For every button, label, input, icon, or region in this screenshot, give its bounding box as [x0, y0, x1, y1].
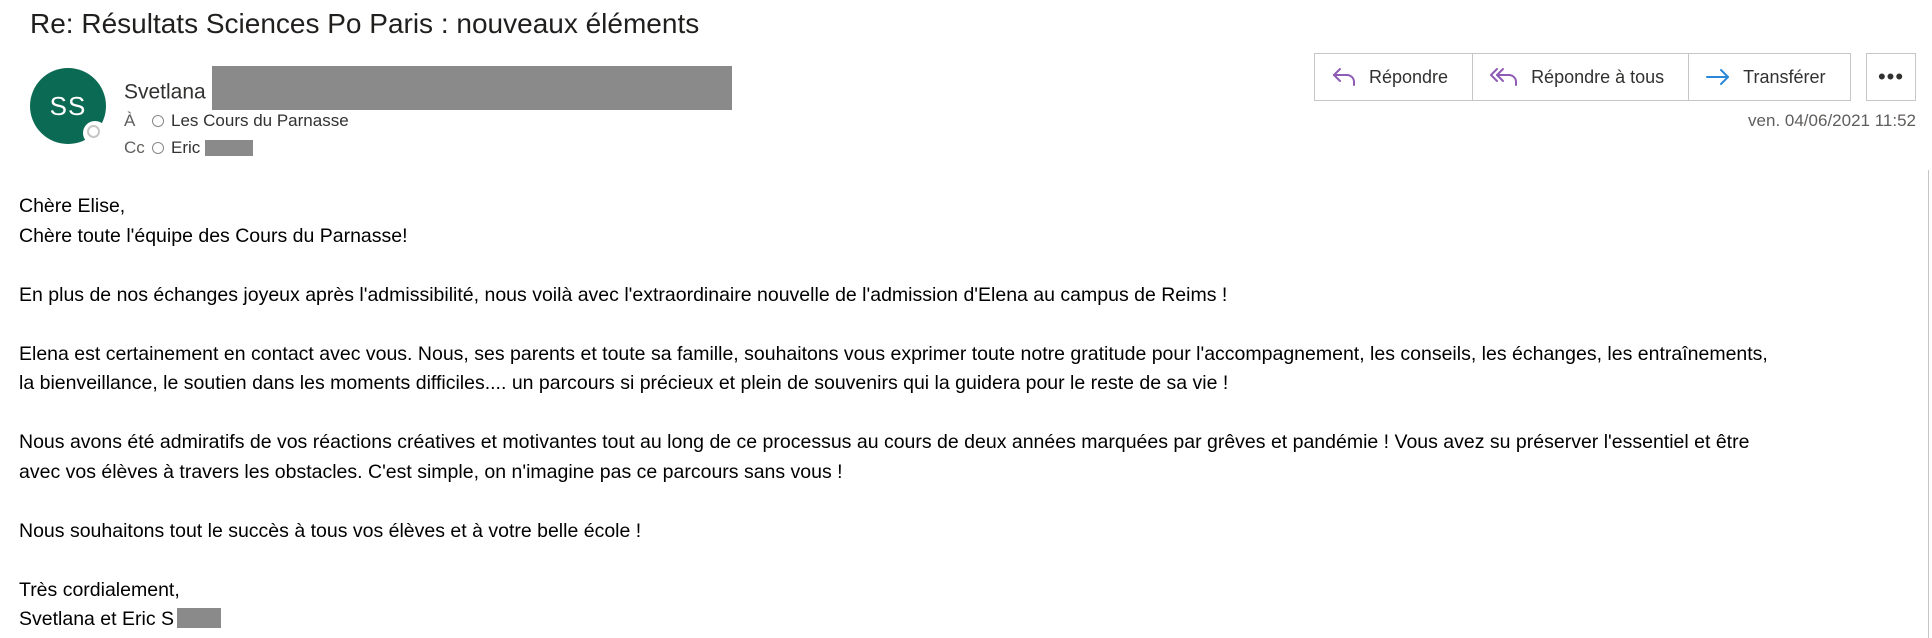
sent-date: ven. 04/06/2021 11:52	[1748, 111, 1916, 130]
cc-recipient[interactable]: Eric	[171, 138, 200, 158]
message-actions-toolbar: Répondre Répondre à tous Transférer	[1314, 53, 1851, 101]
to-recipients-row: À Les Cours du Parnasse	[124, 111, 349, 131]
recipient-status-icon	[152, 142, 164, 154]
reply-button[interactable]: Répondre	[1315, 54, 1474, 100]
presence-status-icon	[84, 122, 106, 144]
email-body: Chère Elise, Chère toute l'équipe des Co…	[19, 192, 1919, 635]
sender-name: Svetlana	[124, 80, 206, 104]
cc-label: Cc	[124, 138, 145, 157]
body-line: Nous souhaitons tout le succès à tous vo…	[19, 519, 642, 542]
reply-icon	[1333, 68, 1355, 86]
more-actions-button[interactable]: •••	[1866, 53, 1916, 101]
body-line: Nous avons été admiratifs de vos réactio…	[19, 431, 1750, 453]
body-line: En plus de nos échanges joyeux après l'a…	[19, 283, 1228, 306]
reply-label: Répondre	[1369, 66, 1449, 87]
redacted-signature-surname	[177, 608, 221, 628]
body-line: Chère toute l'équipe des Cours du Parnas…	[19, 224, 408, 247]
cc-recipients-row: Cc Eric	[124, 138, 254, 158]
scrollbar-track[interactable]	[1928, 170, 1932, 638]
recipient-status-icon	[152, 115, 164, 127]
redacted-cc-surname	[205, 140, 254, 156]
forward-button[interactable]: Transférer	[1689, 54, 1849, 100]
body-line: avec vos élèves à travers les obstacles.…	[19, 460, 843, 483]
body-line: Chère Elise,	[19, 195, 126, 217]
reply-all-label: Répondre à tous	[1531, 66, 1665, 87]
redacted-sender-surname	[211, 66, 732, 110]
email-reading-pane: Re: Résultats Sciences Po Paris : nouvea…	[0, 0, 1932, 638]
reply-all-icon	[1490, 68, 1518, 86]
avatar-initials: SS	[49, 90, 87, 121]
email-subject: Re: Résultats Sciences Po Paris : nouvea…	[30, 8, 700, 39]
body-line: Très cordialement,	[19, 578, 180, 601]
signature-names: Svetlana et Eric S	[19, 608, 174, 630]
more-icon: •••	[1877, 64, 1905, 89]
reply-all-button[interactable]: Répondre à tous	[1473, 54, 1690, 100]
body-line: la bienveillance, le soutien dans les mo…	[19, 372, 1229, 394]
to-recipient[interactable]: Les Cours du Parnasse	[171, 111, 349, 131]
forward-label: Transférer	[1743, 66, 1826, 87]
sender-name-row[interactable]: Svetlana	[124, 66, 732, 110]
body-line: Elena est certainement en contact avec v…	[19, 342, 1768, 365]
to-label: À	[124, 111, 136, 130]
signature-line: Svetlana et Eric S	[19, 605, 1919, 635]
forward-icon	[1706, 69, 1730, 85]
